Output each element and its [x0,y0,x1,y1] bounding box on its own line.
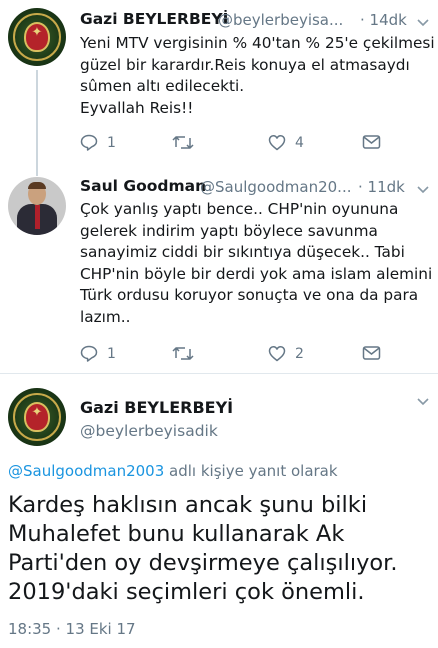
focused-tweet: ✦ Gazi BEYLERBEYİ @beylerbeyisadik @Saul… [0,374,438,648]
tweet-line: Çok yanlış yaptı bence.. CHP'nin oyununa [80,200,399,218]
thread-line [36,168,38,176]
message-button[interactable] [362,345,381,361]
tweet-line: CHP'nin böyle bir derdi yok ama islam al… [80,264,433,283]
reply-count: 1 [107,345,116,362]
reply-button[interactable]: 1 [80,134,116,151]
tweet-time: · 14dk [360,11,407,29]
handle[interactable]: @Saulgoodman20... [200,178,352,196]
retweet-button[interactable] [172,345,203,362]
tweet-line: Kardeş haklısın ancak şunu bilki [8,492,368,518]
tweet-text: Çok yanlış yaptı bence.. CHP'nin oyununa… [80,199,432,328]
reply-icon [80,134,98,151]
display-name[interactable]: Saul Goodman [80,177,206,195]
avatar[interactable]: ✦ [8,8,66,66]
thread-line [36,70,38,168]
emblem-star-icon: ✦ [31,405,43,420]
like-button[interactable]: 4 [268,134,304,151]
chevron-down-icon[interactable] [416,15,430,29]
reply-count: 1 [107,134,116,151]
display-name[interactable]: Gazi BEYLERBEYİ [80,398,233,417]
timestamp[interactable]: 18:35 · 13 Eki 17 [8,620,136,638]
tweet[interactable]: ✦ Gazi BEYLERBEYİ @beylerbeyisa... · 14d… [0,0,438,168]
retweet-icon [172,136,194,149]
tweet-line: Yeni MTV vergisinin % 40'tan % 25'e çeki… [80,34,435,52]
handle[interactable]: @beylerbeyisa... [218,11,343,29]
emblem-star-icon: ✦ [31,25,43,40]
reply-button[interactable]: 1 [80,345,116,362]
reply-icon [80,345,98,362]
handle[interactable]: @beylerbeyisadik [80,422,218,440]
tweet-line: Türk ordusu koruyor sonuçta ve ona da pa… [80,286,419,304]
avatar-tie [35,205,40,229]
like-count: 4 [295,134,304,151]
tweet-line: Parti'den oy devşirmeye çalışılıyor. [8,550,398,576]
tweet[interactable]: Saul Goodman @Saulgoodman20... · 11dk Ço… [0,168,438,374]
display-name[interactable]: Gazi BEYLERBEYİ [80,10,228,28]
avatar[interactable]: ✦ [8,388,66,446]
retweet-button[interactable] [172,134,203,151]
like-count: 2 [295,345,304,362]
tweet-line: Muhalefet bunu kullanarak Ak [8,521,345,547]
message-button[interactable] [362,134,381,150]
tweet-line: sûmen altı edilecekti. [80,77,245,95]
mention-link[interactable]: @Saulgoodman2003 [8,462,164,480]
tweet-text: Yeni MTV vergisinin % 40'tan % 25'e çeki… [80,33,435,119]
like-icon [268,135,286,151]
tweet-line: Eyvallah Reis!! [80,98,194,117]
avatar[interactable] [8,177,66,235]
like-button[interactable]: 2 [268,345,304,362]
retweet-icon [172,347,194,360]
replying-to-text: adlı kişiye yanıt olarak [164,462,338,480]
tweet-line: lazım.. [80,307,131,326]
tweet-line: 2019'daki seçimleri çok önemli. [8,579,365,605]
message-icon [362,135,381,149]
tweet-text: Kardeş haklısın ancak şunu bilki Muhalef… [8,491,398,607]
like-icon [268,346,286,362]
message-icon [362,346,381,360]
chevron-down-icon[interactable] [416,182,430,196]
avatar-hair [28,182,46,189]
tweet-line: güzel bir karardır.Reis konuya el atmasa… [80,55,410,74]
tweet-line: sanayimiz ciddi bir sıkıntıya düşecek.. … [80,243,405,261]
chevron-down-icon[interactable] [416,394,430,408]
replying-to: @Saulgoodman2003 adlı kişiye yanıt olara… [8,462,338,480]
tweet-time: · 11dk [358,178,405,196]
tweet-line: gelerek indirim yaptı böylece savunma [80,221,378,240]
